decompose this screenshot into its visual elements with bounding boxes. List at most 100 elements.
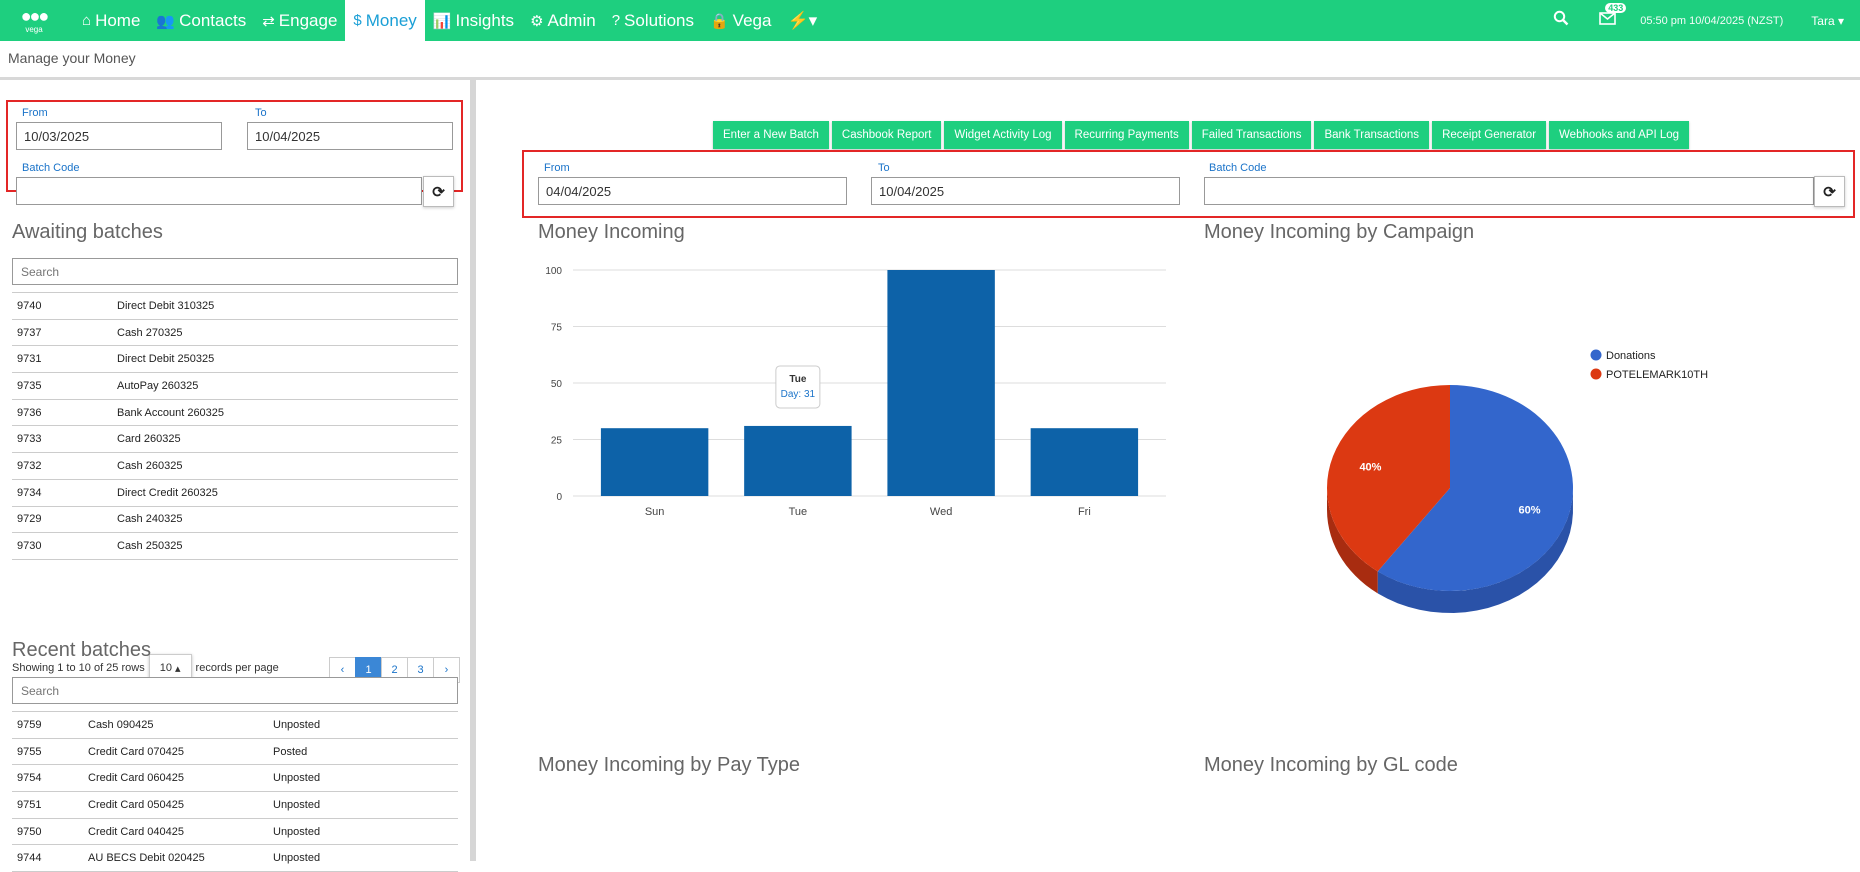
tab-widget-activity-log[interactable]: Widget Activity Log	[944, 121, 1062, 149]
batch-code-cell: 9729	[17, 513, 42, 526]
nav-label: Engage	[278, 10, 338, 30]
nav-label: Home	[95, 10, 141, 30]
nav-label: Insights	[455, 10, 515, 30]
recent-search-input[interactable]	[12, 677, 458, 704]
left-from-label: From	[22, 107, 48, 119]
exchange-icon: ⇄	[262, 12, 275, 30]
search-icon[interactable]	[1553, 10, 1569, 31]
tab-failed-transactions[interactable]: Failed Transactions	[1191, 121, 1312, 149]
table-row[interactable]: 9736 Bank Account 260325	[12, 400, 458, 427]
nav-label: Admin	[547, 10, 596, 30]
right-to-date-input[interactable]	[871, 177, 1180, 205]
tab-webhooks-and-api-log[interactable]: Webhooks and API Log	[1549, 121, 1690, 149]
right-refresh-button[interactable]: ⟳	[1814, 176, 1845, 207]
pie-value-label: 40%	[1359, 461, 1381, 473]
y-tick-label: 50	[551, 379, 563, 390]
x-tick-label: Wed	[930, 506, 952, 518]
table-row[interactable]: 9731 Direct Debit 250325	[12, 346, 458, 374]
right-batch-code-label: Batch Code	[1209, 162, 1267, 174]
batch-code-cell: 9734	[17, 486, 42, 499]
awaiting-batches-table: 9740 Direct Debit 310325 9737 Cash 270325 97…	[12, 292, 458, 560]
batch-name-cell: Direct Credit 260325	[117, 486, 218, 499]
nav-vega[interactable]: 🔒 Vega	[702, 0, 779, 41]
tab-bank-transactions[interactable]: Bank Transactions	[1314, 121, 1430, 149]
vega-logo[interactable]: ●●● vega	[8, 0, 60, 41]
right-to-label: To	[878, 162, 890, 174]
left-batch-code-input[interactable]	[16, 177, 422, 205]
table-row[interactable]: 9755 Credit Card 070425 Posted	[12, 739, 458, 766]
nav-solutions[interactable]: ? Solutions	[604, 0, 702, 41]
batch-code-cell: 9737	[17, 326, 42, 339]
batch-name-cell: Cash 240325	[117, 513, 183, 526]
batch-code-cell: 9751	[17, 798, 42, 811]
money-incoming-title: Money Incoming	[538, 221, 685, 243]
left-to-date-input[interactable]	[247, 122, 453, 150]
table-row[interactable]: 9751 Credit Card 050425 Unposted	[12, 792, 458, 819]
batch-code-cell: 9731	[17, 353, 42, 366]
right-from-date-input[interactable]	[538, 177, 847, 205]
money-action-tabs: Enter a New Batch Cashbook Report Widget A…	[713, 121, 1692, 149]
y-tick-label: 75	[551, 323, 563, 334]
table-row[interactable]: 9740 Direct Debit 310325	[12, 293, 458, 320]
nav-money[interactable]: $ Money	[345, 0, 425, 41]
batch-name-cell: Cash 090425	[88, 718, 154, 731]
table-row[interactable]: 9729 Cash 240325	[12, 507, 458, 534]
right-batch-code-input[interactable]	[1204, 177, 1814, 205]
datetime-display: 05:50 pm 10/04/2025 (NZST)	[1640, 14, 1784, 27]
nav-contacts[interactable]: 👥 Contacts	[148, 0, 254, 41]
refresh-icon: ⟳	[432, 183, 445, 201]
batch-name-cell: AU BECS Debit 020425	[88, 852, 205, 865]
batch-code-cell: 9736	[17, 406, 42, 419]
legend-marker	[1590, 368, 1602, 380]
money-incoming-bar-chart: 0 25 50 75 100 Sun Tue Tue Day: 31 Wed Fri	[545, 266, 1166, 518]
batch-name-cell: Cash 250325	[117, 540, 183, 553]
cogs-icon: ⚙	[530, 12, 544, 30]
nav-label: Vega	[732, 10, 772, 30]
batch-name-cell: AutoPay 260325	[117, 379, 199, 392]
nav-engage[interactable]: ⇄ Engage	[254, 0, 345, 41]
batch-name-cell: Cash 270325	[117, 326, 183, 339]
table-row[interactable]: 9734 Direct Credit 260325	[12, 480, 458, 507]
awaiting-search-input[interactable]	[12, 258, 458, 285]
y-tick-label: 100	[545, 266, 562, 277]
table-row[interactable]: 9733 Card 260325	[12, 426, 458, 454]
x-tick-label: Fri	[1078, 506, 1091, 518]
table-row[interactable]: 9737 Cash 270325	[12, 320, 458, 347]
batch-name-cell: Direct Debit 310325	[117, 299, 215, 312]
inbox-button[interactable]: 433	[1599, 2, 1627, 30]
table-row[interactable]: 9759 Cash 090425 Unposted	[12, 712, 458, 739]
tab-enter-a-new-batch[interactable]: Enter a New Batch	[713, 121, 829, 149]
batch-code-cell: 9759	[17, 718, 42, 731]
nav-home[interactable]: ⌂ Home	[74, 0, 148, 41]
user-menu[interactable]: Tara ▾	[1811, 14, 1844, 28]
batch-code-cell: 9750	[17, 825, 42, 838]
tab-cashbook-report[interactable]: Cashbook Report	[831, 121, 942, 149]
logo-text: vega	[25, 25, 43, 34]
recent-batches-table: 9759 Cash 090425 Unposted 9755 Credit Card 0…	[12, 711, 458, 872]
legend-label[interactable]: POTELEMARK10TH	[1606, 369, 1708, 381]
quick-actions-menu[interactable]: ⚡▾	[779, 0, 825, 41]
tab-receipt-generator[interactable]: Receipt Generator	[1432, 121, 1547, 149]
table-row[interactable]: 9754 Credit Card 060425 Unposted	[12, 765, 458, 793]
nav-insights[interactable]: 📊 Insights	[425, 0, 522, 41]
bar[interactable]	[887, 270, 995, 496]
legend-label[interactable]: Donations	[1606, 350, 1656, 362]
panel-splitter[interactable]	[470, 80, 476, 861]
batch-name-cell: Credit Card 070425	[88, 745, 185, 758]
table-row[interactable]: 9732 Cash 260325	[12, 453, 458, 480]
bar[interactable]	[1030, 428, 1139, 496]
table-row[interactable]: 9750 Credit Card 040425 Unposted	[12, 819, 458, 846]
pie-value-label: 60%	[1519, 505, 1541, 517]
left-from-date-input[interactable]	[16, 122, 222, 150]
tab-recurring-payments[interactable]: Recurring Payments	[1064, 121, 1189, 149]
bar[interactable]	[744, 425, 852, 496]
table-row[interactable]: 9735 AutoPay 260325	[12, 373, 458, 400]
table-row[interactable]: 9744 AU BECS Debit 020425 Unposted	[12, 845, 458, 872]
legend-marker	[1590, 349, 1602, 361]
left-refresh-button[interactable]: ⟳	[423, 176, 454, 207]
money-incoming-by-campaign-title: Money Incoming by Campaign	[1204, 221, 1475, 243]
table-row[interactable]: 9730 Cash 250325	[12, 533, 458, 560]
bar[interactable]	[600, 428, 709, 496]
nav-admin[interactable]: ⚙ Admin	[522, 0, 604, 41]
batch-status-cell: Posted	[273, 745, 308, 758]
